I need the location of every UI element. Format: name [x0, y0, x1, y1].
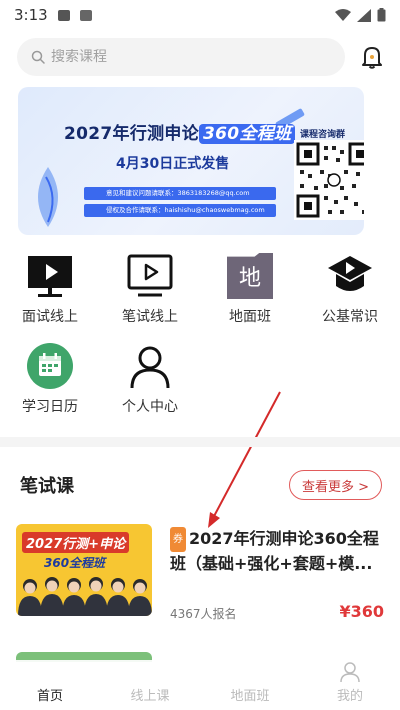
tab-label: 我的 — [336, 689, 363, 704]
section-title: 笔试课 — [20, 476, 74, 497]
tab-label: 地面班 — [230, 689, 270, 704]
wifi-icon — [335, 8, 351, 21]
app-notification-icon — [79, 9, 92, 21]
coupon-badge: 券 — [170, 527, 186, 552]
search-icon — [31, 50, 45, 64]
banner-title: 2027年行测申论 360全程班 — [64, 119, 296, 144]
monitor-play-icon — [28, 256, 72, 297]
grid-label: 学习日历 — [22, 399, 78, 415]
banner-consult-label: 课程咨询群 — [300, 130, 346, 140]
thumb-title-line-1: 2027行测+申论 — [22, 532, 130, 553]
grid-label: 面试线上 — [22, 309, 78, 325]
banner-contact-cooperation: 侵权及合作请联系：haishishu@chaoswebmag.com — [84, 204, 276, 217]
grid-label: 公基常识 — [322, 309, 378, 325]
banner-leaf-decoration-icon — [38, 167, 58, 227]
banner-release-date: 4月30日正式发售 — [116, 156, 230, 172]
cap-play-icon — [328, 256, 372, 291]
view-more-button[interactable]: 查看更多 > — [288, 470, 382, 500]
bell-icon — [362, 47, 382, 69]
bottom-tab-bar: 首页 线上课 地面班 我的 — [0, 660, 400, 710]
banner-contact-email: 意见和建议问题请联系：3863183268@qq.com — [84, 187, 276, 200]
banner-title-prefix: 2027年行测申论 — [64, 124, 200, 144]
tab-label: 首页 — [36, 689, 63, 704]
grid-item-offline-class[interactable]: 地 地面班 — [208, 252, 292, 326]
course-title-text: 2027年行测申论360全程班（基础+强化+套题+模... — [170, 529, 379, 573]
notification-bell-button[interactable] — [359, 44, 385, 70]
grid-item-public-knowledge[interactable]: 公基常识 — [308, 252, 392, 326]
promo-banner[interactable]: 2027年行测申论 360全程班 课程咨询群 4月30日正式发售 意见和建议问题请… — [18, 87, 364, 235]
person-icon — [130, 346, 170, 389]
section-divider — [0, 437, 400, 447]
search-row — [17, 37, 387, 77]
di-badge-icon: 地 — [227, 253, 273, 299]
tv-play-icon — [127, 254, 173, 297]
grid-item-written-online[interactable]: 笔试线上 — [108, 252, 192, 326]
search-input[interactable] — [51, 49, 301, 65]
tab-offline-class[interactable]: 地面班 — [200, 660, 300, 710]
tab-home[interactable]: 首页 — [0, 660, 100, 710]
thumb-title-line-2: 360全程班 — [44, 556, 106, 570]
status-bar: 3:13 — [0, 0, 400, 30]
signal-icon — [357, 8, 371, 22]
qr-code — [294, 140, 364, 220]
tab-online-courses[interactable]: 线上课 — [100, 660, 200, 710]
grid-label: 地面班 — [229, 309, 271, 325]
course-price: ¥360 — [339, 602, 384, 621]
tab-label: 线上课 — [130, 689, 170, 704]
annotation-arrow-icon — [208, 391, 281, 528]
status-time: 3:13 — [14, 6, 48, 24]
section-header: 笔试课 查看更多 > — [20, 470, 382, 500]
grid-item-study-calendar[interactable]: 学习日历 — [8, 342, 92, 416]
course-thumbnail: 2027行测+申论 360全程班 — [16, 524, 152, 616]
course-card[interactable]: 2027行测+申论 360全程班 券 2027年行测申论360全程班（基础+强化+… — [16, 524, 386, 624]
tab-mine[interactable]: 我的 — [300, 660, 400, 710]
grid-label: 笔试线上 — [122, 309, 178, 325]
course-title[interactable]: 券 2027年行测申论360全程班（基础+强化+套题+模... — [170, 527, 384, 575]
banner-title-highlight: 360全程班 — [199, 124, 296, 144]
battery-icon — [377, 8, 386, 22]
grid-label: 个人中心 — [122, 399, 178, 415]
grid-item-profile-center[interactable]: 个人中心 — [108, 342, 192, 416]
teachers-group-icon — [18, 577, 152, 616]
grid-item-interview-online[interactable]: 面试线上 — [8, 252, 92, 326]
calendar-icon — [27, 343, 73, 389]
di-badge-char: 地 — [238, 266, 261, 291]
user-icon — [340, 662, 360, 683]
image-notification-icon — [57, 9, 70, 21]
search-box[interactable] — [17, 38, 345, 76]
enroll-count: 4367人报名 — [170, 607, 237, 621]
